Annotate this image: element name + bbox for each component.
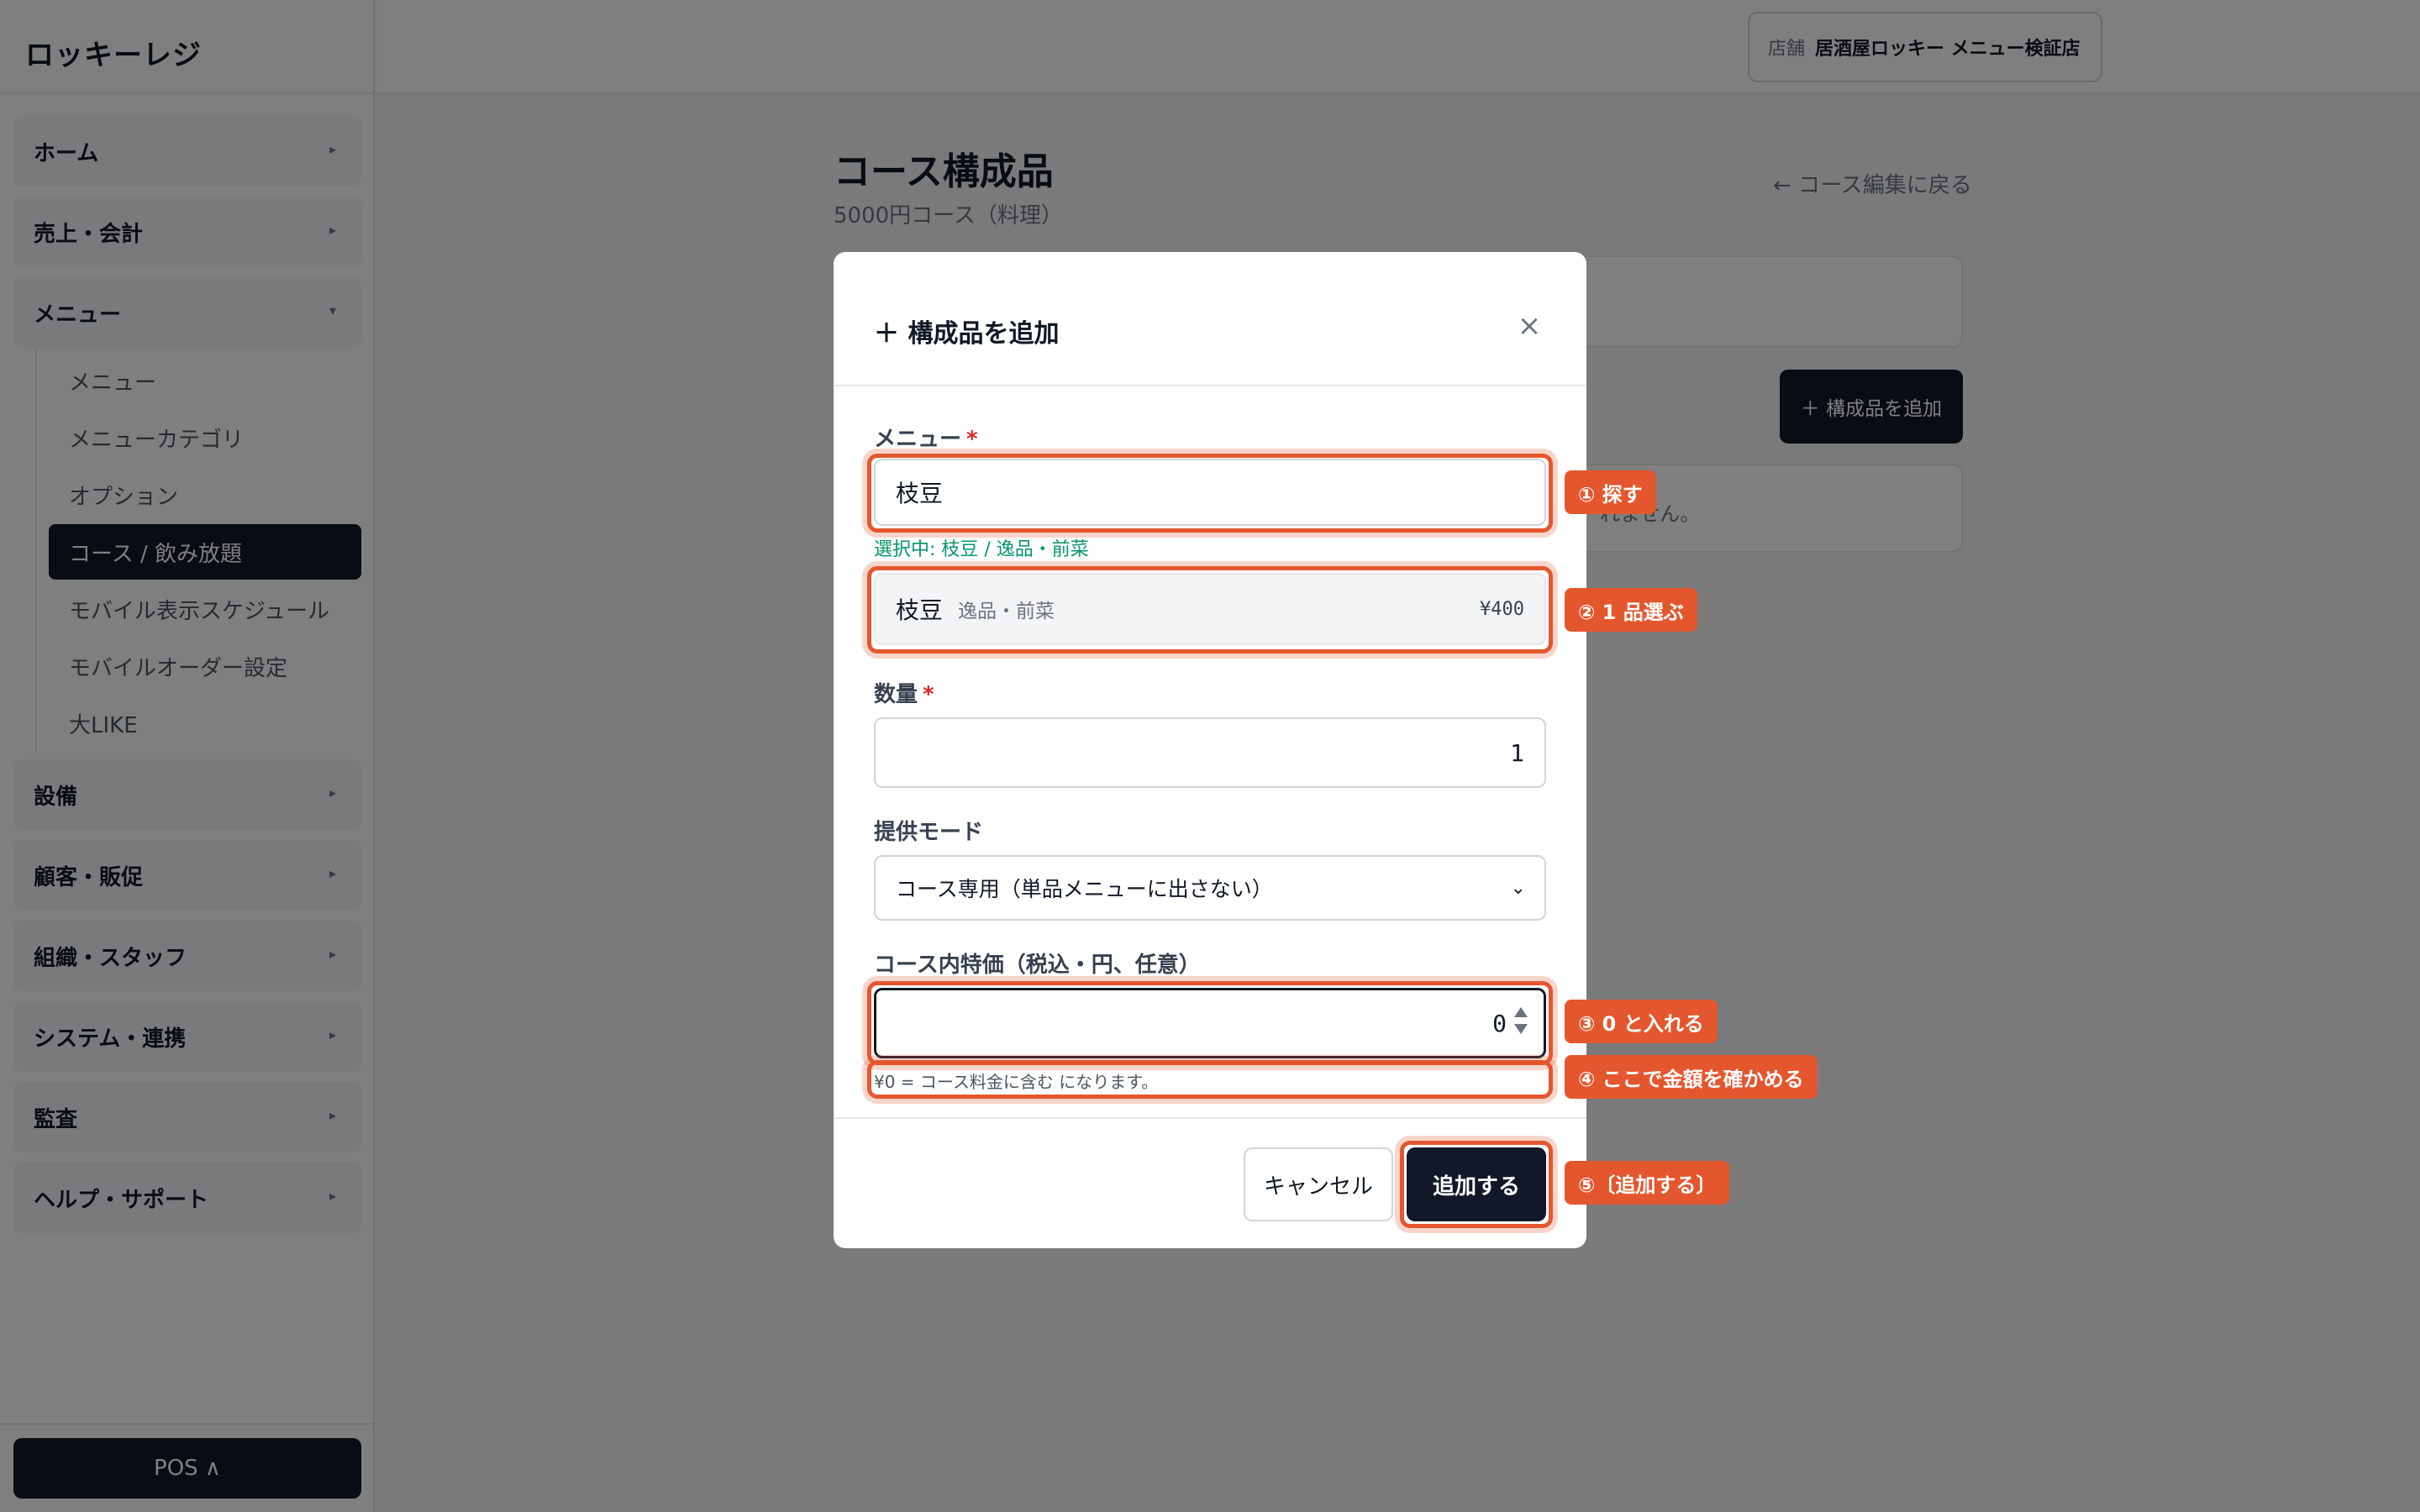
- required-mark: *: [923, 682, 934, 707]
- divider: [834, 385, 1586, 386]
- mode-label: 提供モード: [874, 820, 984, 845]
- cancel-button[interactable]: キャンセル: [1244, 1147, 1393, 1221]
- serving-mode-value: コース専用（単品メニューに出さない）: [896, 877, 1273, 901]
- highlight-result: [867, 566, 1553, 654]
- step2-tag: ② 1 品選ぶ: [1565, 588, 1697, 632]
- serving-mode-select[interactable]: コース専用（単品メニューに出さない） ⌄: [874, 855, 1546, 921]
- menu-label-text: メニュー: [874, 427, 962, 452]
- highlight-search: [867, 454, 1553, 533]
- divider: [834, 1117, 1586, 1119]
- highlight-submit: [1400, 1141, 1553, 1228]
- qty-field-label: 数量 *: [874, 677, 934, 708]
- quantity-input[interactable]: 1: [874, 717, 1546, 788]
- step5-tag: ⑤〔追加する〕: [1565, 1161, 1730, 1205]
- step3-tag: ③ 0 と入れる: [1565, 1000, 1718, 1043]
- close-icon[interactable]: ×: [1512, 309, 1546, 343]
- price-label: コース内特価（税込・円、任意）: [874, 953, 1201, 978]
- step4-tag: ④ ここで金額を確かめる: [1565, 1055, 1818, 1099]
- highlight-hint: [867, 1060, 1553, 1099]
- chevron-down-icon: ⌄: [1510, 877, 1526, 899]
- qty-label-text: 数量: [874, 682, 918, 707]
- step1-tag: ① 探す: [1565, 470, 1656, 514]
- modal-title: ＋ 構成品を追加: [874, 319, 1060, 349]
- highlight-price: [867, 981, 1553, 1065]
- required-mark: *: [966, 427, 978, 452]
- selected-note: 選択中: 枝豆 / 逸品・前菜: [874, 539, 1089, 560]
- menu-field-label: メニュー *: [874, 422, 978, 453]
- add-component-modal: ＋ 構成品を追加 × メニュー * 枝豆 選択中: 枝豆 / 逸品・前菜 枝豆 逸…: [834, 252, 1586, 1248]
